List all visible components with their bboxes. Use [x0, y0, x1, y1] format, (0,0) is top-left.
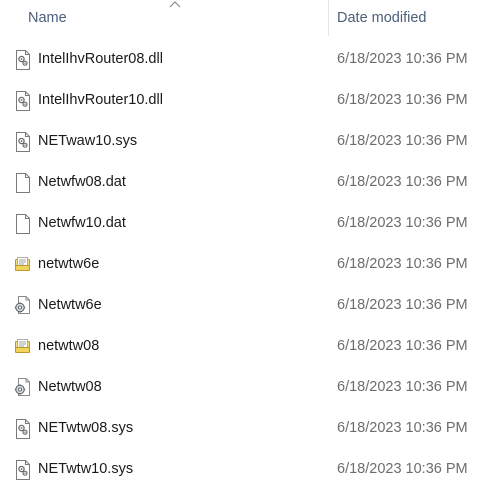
column-header: Name Date modified	[0, 0, 489, 38]
system-file-icon	[14, 419, 32, 439]
column-header-name[interactable]: Name	[28, 10, 67, 26]
file-name: netwtw6e	[38, 256, 100, 272]
file-date-modified: 6/18/2023 10:36 PM	[337, 215, 468, 231]
file-row[interactable]: NETwtw10.sys 6/18/2023 10:36 PM	[0, 450, 489, 487]
file-explorer-list: Name Date modified IntelIhvRouter08.dll 6…	[0, 0, 489, 487]
file-date-modified: 6/18/2023 10:36 PM	[337, 461, 468, 477]
file-name: Netwtw08	[38, 379, 102, 395]
column-header-date-modified[interactable]: Date modified	[337, 10, 426, 26]
file-row[interactable]: NETwtw08.sys 6/18/2023 10:36 PM	[0, 409, 489, 450]
file-date-modified: 6/18/2023 10:36 PM	[337, 256, 468, 272]
file-date-modified: 6/18/2023 10:36 PM	[337, 338, 468, 354]
file-row[interactable]: NETwaw10.sys 6/18/2023 10:36 PM	[0, 122, 489, 163]
blank-file-icon	[14, 173, 32, 193]
file-name: NETwaw10.sys	[38, 133, 138, 149]
setup-info-icon	[14, 255, 32, 275]
file-name: IntelIhvRouter10.dll	[38, 92, 163, 108]
blank-file-icon	[14, 214, 32, 234]
system-file-icon	[14, 50, 32, 70]
file-date-modified: 6/18/2023 10:36 PM	[337, 174, 468, 190]
file-row[interactable]: Netwtw6e 6/18/2023 10:36 PM	[0, 286, 489, 327]
file-name: IntelIhvRouter08.dll	[38, 51, 163, 67]
file-date-modified: 6/18/2023 10:36 PM	[337, 51, 468, 67]
file-date-modified: 6/18/2023 10:36 PM	[337, 420, 468, 436]
file-date-modified: 6/18/2023 10:36 PM	[337, 297, 468, 313]
file-name: NETwtw08.sys	[38, 420, 134, 436]
system-file-icon	[14, 91, 32, 111]
setup-info-icon	[14, 337, 32, 357]
file-row[interactable]: IntelIhvRouter10.dll 6/18/2023 10:36 PM	[0, 81, 489, 122]
file-row[interactable]: IntelIhvRouter08.dll 6/18/2023 10:36 PM	[0, 40, 489, 81]
system-file-icon	[14, 132, 32, 152]
file-name: Netwtw6e	[38, 297, 102, 313]
system-file-icon	[14, 460, 32, 480]
file-row[interactable]: Netwfw10.dat 6/18/2023 10:36 PM	[0, 204, 489, 245]
catalog-gear-icon	[14, 296, 32, 316]
file-name: netwtw08	[38, 338, 100, 354]
chevron-up-icon	[169, 1, 181, 8]
file-row[interactable]: Netwtw08 6/18/2023 10:36 PM	[0, 368, 489, 409]
file-date-modified: 6/18/2023 10:36 PM	[337, 379, 468, 395]
file-date-modified: 6/18/2023 10:36 PM	[337, 92, 468, 108]
file-name: Netwfw08.dat	[38, 174, 126, 190]
catalog-gear-icon	[14, 378, 32, 398]
file-name: Netwfw10.dat	[38, 215, 126, 231]
file-row[interactable]: Netwfw08.dat 6/18/2023 10:36 PM	[0, 163, 489, 204]
file-name: NETwtw10.sys	[38, 461, 134, 477]
file-date-modified: 6/18/2023 10:36 PM	[337, 133, 468, 149]
column-divider[interactable]	[328, 0, 329, 36]
file-row[interactable]: netwtw6e 6/18/2023 10:36 PM	[0, 245, 489, 286]
file-list: IntelIhvRouter08.dll 6/18/2023 10:36 PM In…	[0, 40, 489, 487]
file-row[interactable]: netwtw08 6/18/2023 10:36 PM	[0, 327, 489, 368]
